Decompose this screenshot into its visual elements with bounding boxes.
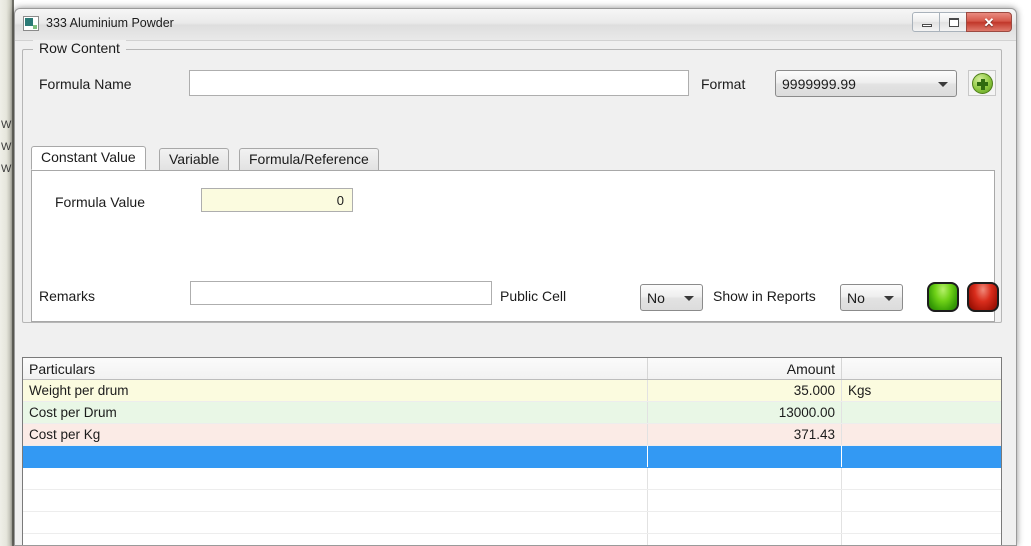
group-title: Row Content — [33, 40, 126, 56]
tab-variable[interactable]: Variable — [159, 148, 229, 170]
tab-constant-value[interactable]: Constant Value — [31, 146, 146, 170]
particulars-grid: Particulars Amount Weight per drum 35.00… — [23, 358, 1002, 546]
cancel-button[interactable] — [967, 282, 999, 312]
chevron-down-icon — [884, 296, 894, 301]
cell-unit — [842, 446, 1003, 468]
tab-label: Variable — [169, 151, 219, 167]
maximize-button[interactable] — [939, 12, 967, 32]
show-in-reports-value: No — [847, 290, 865, 306]
background-text-fragment: W — [1, 164, 11, 174]
public-cell-label: Public Cell — [500, 288, 566, 304]
particulars-table[interactable]: Particulars Amount Weight per drum 35.00… — [22, 357, 1002, 546]
close-button[interactable]: ✕ — [966, 12, 1012, 32]
table-row[interactable]: Cost per Kg 371.43 — [23, 424, 1002, 446]
cell-amount — [648, 490, 842, 512]
format-label: Format — [701, 76, 745, 92]
cell-unit — [842, 490, 1003, 512]
cell-unit — [842, 402, 1003, 424]
formula-name-label: Formula Name — [39, 76, 132, 92]
tab-label: Formula/Reference — [249, 151, 369, 167]
cell-amount: 371.43 — [648, 424, 842, 446]
public-cell-dropdown[interactable]: No — [640, 284, 703, 311]
cell-amount: 13000.00 — [648, 402, 842, 424]
column-header-amount[interactable]: Amount — [648, 358, 842, 380]
accept-button[interactable] — [927, 282, 959, 312]
background-text-fragment: W — [1, 120, 11, 130]
screen: W W W 333 Aluminium Powder ✕ Row Content… — [0, 0, 1031, 546]
row-content-group: Row Content Formula Name Format 9999999.… — [22, 49, 1002, 323]
cell-particulars — [23, 468, 648, 490]
cell-unit — [842, 424, 1003, 446]
cell-particulars — [23, 534, 648, 546]
remarks-input[interactable] — [190, 281, 492, 305]
cell-unit — [842, 512, 1003, 534]
main-window: 333 Aluminium Powder ✕ Row Content Formu… — [14, 8, 1017, 546]
tab-formula-reference[interactable]: Formula/Reference — [239, 148, 379, 170]
header-row: Particulars Amount — [23, 358, 1002, 380]
formula-value-label: Formula Value — [55, 194, 145, 210]
table-row[interactable]: Cost per Drum 13000.00 — [23, 402, 1002, 424]
table-body: Weight per drum 35.000 Kgs Cost per Drum… — [23, 380, 1002, 546]
minimize-button[interactable] — [912, 12, 940, 32]
cell-unit — [842, 534, 1003, 546]
cell-unit — [842, 468, 1003, 490]
cell-particulars: Cost per Drum — [23, 402, 648, 424]
cell-particulars: Weight per drum — [23, 380, 648, 402]
cell-particulars — [23, 512, 648, 534]
cell-amount: 35.000 — [648, 380, 842, 402]
app-window-icon — [23, 16, 39, 31]
tab-strip: Constant Value Variable Formula/Referenc… — [31, 148, 995, 170]
formula-name-input[interactable] — [189, 70, 689, 96]
cell-amount — [648, 446, 842, 468]
show-in-reports-dropdown[interactable]: No — [840, 284, 903, 311]
remarks-label: Remarks — [39, 288, 95, 304]
window-title: 333 Aluminium Powder — [46, 16, 174, 30]
cell-amount — [648, 468, 842, 490]
table-row[interactable] — [23, 468, 1002, 490]
formula-value-input[interactable] — [201, 188, 353, 212]
cell-amount — [648, 512, 842, 534]
cell-unit: Kgs — [842, 380, 1003, 402]
table-row[interactable] — [23, 490, 1002, 512]
tab-label: Constant Value — [41, 149, 136, 165]
show-in-reports-label: Show in Reports — [713, 288, 816, 304]
table-row-selected[interactable] — [23, 446, 1002, 468]
format-dropdown-value: 9999999.99 — [782, 76, 856, 92]
add-icon — [972, 73, 993, 94]
table-row[interactable] — [23, 534, 1002, 546]
table-row[interactable] — [23, 512, 1002, 534]
client-area: Row Content Formula Name Format 9999999.… — [15, 41, 1016, 546]
cell-amount — [648, 534, 842, 546]
format-dropdown[interactable]: 9999999.99 — [775, 70, 957, 97]
table-header: Particulars Amount — [23, 358, 1002, 380]
column-header-unit[interactable] — [842, 358, 1003, 380]
column-header-particulars[interactable]: Particulars — [23, 358, 648, 380]
cell-particulars — [23, 446, 648, 468]
add-format-button[interactable] — [968, 70, 996, 96]
chevron-down-icon — [684, 296, 694, 301]
window-controls: ✕ — [912, 12, 1012, 32]
table-row[interactable]: Weight per drum 35.000 Kgs — [23, 380, 1002, 402]
background-text-fragment: W — [1, 142, 11, 152]
public-cell-value: No — [647, 290, 665, 306]
title-bar[interactable]: 333 Aluminium Powder ✕ — [15, 9, 1016, 41]
chevron-down-icon — [938, 82, 948, 87]
cell-particulars: Cost per Kg — [23, 424, 648, 446]
cell-particulars — [23, 490, 648, 512]
